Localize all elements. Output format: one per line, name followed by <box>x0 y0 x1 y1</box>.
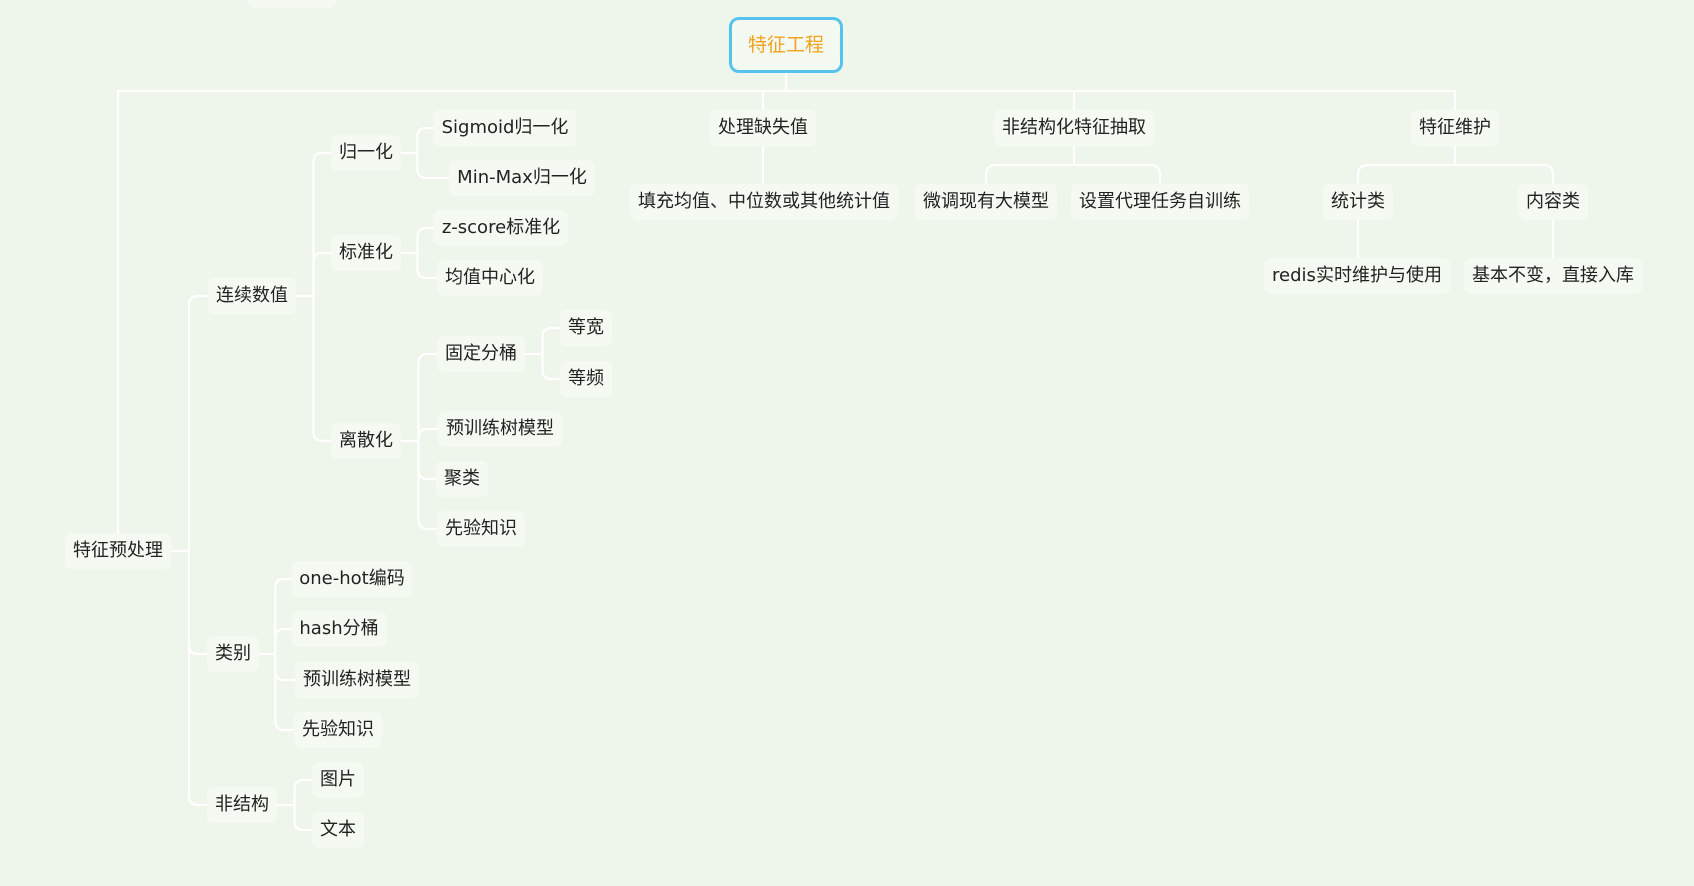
connector-zscore <box>416 226 436 255</box>
node-prior-knowledge[interactable]: 先验知识 <box>437 511 525 547</box>
node-hash-binning[interactable]: hash分桶 <box>291 611 387 647</box>
connector-proxy <box>1072 163 1162 186</box>
connector-minmax <box>416 151 451 180</box>
node-fixed-binning[interactable]: 固定分桶 <box>437 336 525 372</box>
node-discretization[interactable]: 离散化 <box>331 423 401 459</box>
node-proxy-task[interactable]: 设置代理任务自训练 <box>1071 184 1249 220</box>
connector-unstr <box>187 549 209 807</box>
node-unstructured-extraction[interactable]: 非结构化特征抽取 <box>994 110 1154 146</box>
node-content[interactable]: 内容类 <box>1518 184 1588 220</box>
connector-std <box>312 251 333 298</box>
node-clustering[interactable]: 聚类 <box>436 461 488 497</box>
node-finetune-llm[interactable]: 微调现有大模型 <box>915 184 1057 220</box>
connector-cont <box>187 294 210 553</box>
connector-tree2 <box>274 652 297 682</box>
node-one-hot[interactable]: one-hot编码 <box>291 561 413 597</box>
node-statistical[interactable]: 统计类 <box>1323 184 1393 220</box>
node-categorical[interactable]: 类别 <box>207 636 259 672</box>
node-missing-values[interactable]: 处理缺失值 <box>710 110 816 146</box>
node-standardization[interactable]: 标准化 <box>331 235 401 271</box>
node-minmax-normalization[interactable]: Min-Max归一化 <box>449 160 595 196</box>
node-text[interactable]: 文本 <box>312 812 364 848</box>
node-prior-knowledge-2[interactable]: 先验知识 <box>294 712 382 748</box>
node-root[interactable]: 特征工程 <box>728 17 844 73</box>
connector-prior2 <box>274 652 296 732</box>
node-feature-maintenance[interactable]: 特征维护 <box>1411 110 1499 146</box>
node-equal-width[interactable]: 等宽 <box>560 310 612 346</box>
connector-eqf <box>541 352 562 381</box>
mindmap-canvas: 特征工程 特征预处理 连续数值 归一化 Sigmoid归一化 Min-Max归一… <box>0 0 1694 886</box>
connector-eqw <box>541 326 562 356</box>
connector-sig <box>416 126 435 155</box>
node-redis-realtime[interactable]: redis实时维护与使用 <box>1264 258 1450 294</box>
connector-finetune <box>984 163 1076 186</box>
node-continuous-values[interactable]: 连续数值 <box>208 278 296 314</box>
node-fill-statistics[interactable]: 填充均值、中位数或其他统计值 <box>630 184 898 220</box>
offscreen-node-fragment <box>248 0 336 8</box>
connector-norm <box>312 151 333 298</box>
node-pretrained-tree-model-2[interactable]: 预训练树模型 <box>295 662 419 698</box>
connector-stat <box>1356 163 1457 186</box>
node-normalization[interactable]: 归一化 <box>331 135 401 171</box>
connector-prior1 <box>417 439 439 531</box>
node-unstructured[interactable]: 非结构 <box>207 787 277 823</box>
node-equal-frequency[interactable]: 等频 <box>560 361 612 397</box>
connector-cluster <box>417 439 438 481</box>
connector-content <box>1453 163 1555 186</box>
node-stable-store[interactable]: 基本不变，直接入库 <box>1464 258 1642 294</box>
connector-tree1 <box>417 427 440 443</box>
node-feature-preprocessing[interactable]: 特征预处理 <box>65 533 171 569</box>
connector-center <box>416 251 439 280</box>
node-zscore[interactable]: z-score标准化 <box>433 210 569 246</box>
node-sigmoid-normalization[interactable]: Sigmoid归一化 <box>433 110 577 146</box>
connector-disc <box>312 294 333 443</box>
node-image[interactable]: 图片 <box>312 762 364 798</box>
connector-hash <box>274 627 293 656</box>
connector-txt <box>293 803 314 832</box>
connector-onehot <box>274 577 293 656</box>
node-pretrained-tree-model[interactable]: 预训练树模型 <box>438 411 562 447</box>
connector-cat <box>187 549 209 656</box>
connector-img <box>293 778 314 807</box>
node-mean-centering[interactable]: 均值中心化 <box>437 260 543 296</box>
